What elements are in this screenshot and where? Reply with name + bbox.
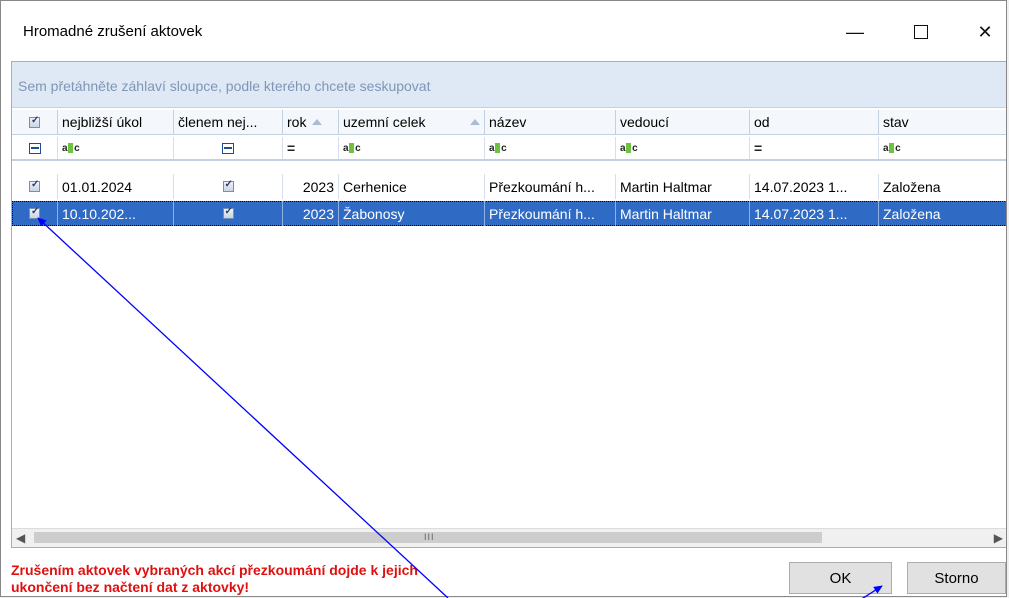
sort-asc-icon bbox=[470, 119, 481, 125]
cell-stav: Založena bbox=[883, 178, 941, 195]
cell-nazev: Přezkoumání h... bbox=[485, 174, 616, 199]
warning-message: Zrušením aktovek vybraných akcí přezkoum… bbox=[11, 562, 418, 595]
dialog-window: Hromadné zrušení aktovek — ✕ Sem přetáhn… bbox=[0, 0, 1007, 597]
data-grid: Sem přetáhněte záhlaví sloupce, podle kt… bbox=[11, 61, 1006, 548]
header-uzemni-celek[interactable]: uzemní celek bbox=[339, 110, 485, 134]
filter-rok[interactable]: = bbox=[283, 137, 339, 159]
checkbox-icon: ✓ bbox=[29, 179, 40, 192]
header-clenem[interactable]: členem nej... bbox=[174, 110, 283, 134]
cell-nejblizsi-ukol: 01.01.2024 bbox=[58, 174, 174, 199]
cell-stav: Založena bbox=[879, 201, 1006, 226]
header-nejblizsi-ukol[interactable]: nejbližší úkol bbox=[58, 110, 174, 134]
filter-row: ac = ac ac ac = ac bbox=[12, 137, 1006, 161]
title-bar: Hromadné zrušení aktovek — ✕ bbox=[1, 1, 1006, 61]
sort-asc-icon bbox=[312, 119, 323, 125]
filter-boolean-icon bbox=[28, 142, 41, 154]
checkbox-icon: ✓ bbox=[222, 206, 234, 219]
minimize-button[interactable]: — bbox=[833, 15, 877, 49]
checkbox-icon: ✓ bbox=[222, 179, 234, 192]
maximize-button[interactable] bbox=[899, 15, 943, 49]
filter-stav[interactable]: ac bbox=[879, 137, 1006, 159]
filter-select[interactable] bbox=[12, 137, 58, 159]
ok-button[interactable]: OK bbox=[789, 562, 892, 594]
header-od[interactable]: od bbox=[750, 110, 879, 134]
scroll-left-icon[interactable]: ◀ bbox=[16, 531, 25, 545]
scrollbar-thumb[interactable]: III bbox=[34, 532, 822, 543]
cell-uzemni-celek: Žabonosy bbox=[339, 201, 485, 226]
filter-vedouci[interactable]: ac bbox=[616, 137, 750, 159]
filter-boolean-icon bbox=[222, 142, 234, 154]
filter-od[interactable]: = bbox=[750, 137, 879, 159]
row-select-checkbox[interactable]: ✓ bbox=[12, 174, 58, 199]
cell-od: 14.07.2023 1... bbox=[750, 201, 879, 226]
cell-vedouci: Martin Haltmar bbox=[616, 201, 750, 226]
cell-clenem-checkbox[interactable]: ✓ bbox=[174, 201, 283, 226]
cell-nejblizsi-ukol: 10.10.202... bbox=[58, 201, 174, 226]
header-vedouci[interactable]: vedoucí bbox=[616, 110, 750, 134]
group-by-hint: Sem přetáhněte záhlaví sloupce, podle kt… bbox=[18, 78, 431, 94]
horizontal-scrollbar[interactable]: ◀ III ▶ bbox=[12, 528, 1006, 547]
scroll-grip: III bbox=[424, 532, 435, 542]
column-header-row: ✓ nejbližší úkol členem nej... rok uzemn… bbox=[12, 110, 1006, 135]
filter-clenem[interactable] bbox=[174, 137, 283, 159]
maximize-icon bbox=[914, 25, 928, 39]
cell-vedouci: Martin Haltmar bbox=[616, 174, 750, 199]
text-filter-icon: ac bbox=[489, 142, 507, 154]
header-stav[interactable]: stav bbox=[879, 110, 1006, 134]
text-filter-icon: ac bbox=[343, 142, 361, 154]
table-row-selected[interactable]: ✓ 10.10.202... ✓ 2023 Žabonosy Přezkoumá… bbox=[12, 201, 1006, 226]
text-filter-icon: ac bbox=[620, 142, 638, 154]
cell-od: 14.07.2023 1... bbox=[750, 174, 879, 199]
filter-nejblizsi-ukol[interactable]: ac bbox=[58, 137, 174, 159]
close-button[interactable]: ✕ bbox=[963, 15, 1006, 49]
filter-nazev[interactable]: ac bbox=[485, 137, 616, 159]
cell-uzemni-celek: Cerhenice bbox=[339, 174, 485, 199]
group-by-panel[interactable]: Sem přetáhněte záhlaví sloupce, podle kt… bbox=[12, 62, 1006, 108]
table-row[interactable]: ✓ 01.01.2024 ✓ 2023 Cerhenice Přezkoumán… bbox=[12, 174, 1006, 199]
storno-button[interactable]: Storno bbox=[907, 562, 1006, 594]
text-filter-icon: ac bbox=[883, 142, 901, 154]
cell-rok: 2023 bbox=[283, 174, 339, 199]
checkbox-icon: ✓ bbox=[29, 206, 40, 219]
equals-filter-icon: = bbox=[287, 140, 296, 156]
window-title: Hromadné zrušení aktovek bbox=[23, 23, 203, 40]
close-icon: ✕ bbox=[977, 21, 993, 42]
text-filter-icon: ac bbox=[62, 142, 80, 154]
header-select-all[interactable]: ✓ bbox=[12, 110, 58, 134]
filter-uzemni-celek[interactable]: ac bbox=[339, 137, 485, 159]
equals-filter-icon: = bbox=[754, 140, 763, 156]
cell-rok: 2023 bbox=[283, 201, 339, 226]
cell-nazev: Přezkoumání h... bbox=[485, 201, 616, 226]
minimize-icon: — bbox=[846, 21, 864, 42]
scroll-right-icon[interactable]: ▶ bbox=[994, 531, 1003, 545]
cell-clenem-checkbox[interactable]: ✓ bbox=[174, 174, 283, 199]
header-rok-label: rok bbox=[287, 114, 307, 130]
checkbox-icon: ✓ bbox=[29, 114, 40, 128]
header-uzemni-celek-label: uzemní celek bbox=[343, 114, 426, 130]
header-nazev[interactable]: název bbox=[485, 110, 616, 134]
header-rok[interactable]: rok bbox=[283, 110, 339, 134]
row-select-checkbox[interactable]: ✓ bbox=[12, 201, 58, 226]
